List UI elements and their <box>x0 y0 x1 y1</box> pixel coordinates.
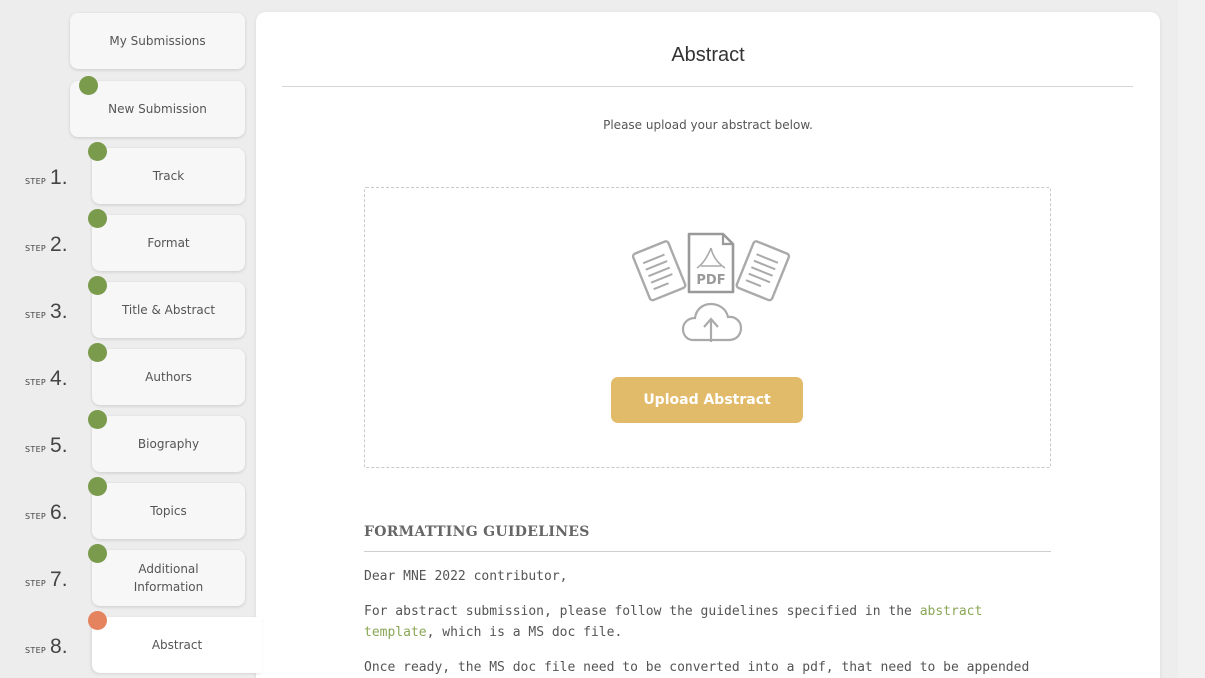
step-6-status-dot <box>88 477 107 496</box>
page-title: Abstract <box>671 44 745 66</box>
step-tab-biography[interactable]: Biography <box>92 416 245 472</box>
scrollbar-gutter[interactable] <box>1178 0 1205 678</box>
step-tab-format[interactable]: Format <box>92 215 245 271</box>
step-tab-track[interactable]: Track <box>92 148 245 204</box>
guidelines-divider <box>364 551 1051 552</box>
step-4-number: STEP 4. <box>25 367 68 390</box>
submission-sidebar: My Submissions New Submission STEP 1. Tr… <box>0 0 262 678</box>
step-8-status-dot <box>88 611 107 630</box>
step-4-status-dot <box>88 343 107 362</box>
guidelines-paragraph: For abstract submission, please follow t… <box>364 604 983 640</box>
guidelines-greeting: Dear MNE 2022 contributor, <box>364 569 568 584</box>
step-5-number: STEP 5. <box>25 434 68 457</box>
guidelines-heading: FORMATTING GUIDELINES <box>364 524 590 540</box>
step-2-number: STEP 2. <box>25 233 68 256</box>
abstract-panel: Abstract Please upload your abstract bel… <box>256 12 1160 678</box>
step-tab-abstract[interactable]: Abstract <box>92 617 262 673</box>
step-label: Abstract <box>151 638 203 652</box>
step-tab-topics[interactable]: Topics <box>92 483 245 539</box>
step-label: Track <box>152 169 185 183</box>
submission-page: My Submissions New Submission STEP 1. Tr… <box>0 0 1205 678</box>
step-2-status-dot <box>88 209 107 228</box>
svg-text:PDF: PDF <box>696 273 725 288</box>
step-3-status-dot <box>88 276 107 295</box>
upload-instruction: Please upload your abstract below. <box>603 118 813 132</box>
step-3-number: STEP 3. <box>25 300 68 323</box>
title-divider <box>282 86 1133 87</box>
step-1-status-dot <box>88 142 107 161</box>
step-tab-title-abstract[interactable]: Title & Abstract <box>92 282 245 338</box>
step-label: Biography <box>137 437 200 451</box>
step-7-number: STEP 7. <box>25 568 68 591</box>
step-7-status-dot <box>88 544 107 563</box>
step-tab-authors[interactable]: Authors <box>92 349 245 405</box>
pdf-documents-upload-icon: PDF <box>631 232 791 342</box>
step-label: Authors <box>145 370 192 384</box>
upload-abstract-button[interactable]: Upload Abstract <box>611 377 803 423</box>
guidelines-paragraph: Once ready, the MS doc file need to be c… <box>364 660 1030 675</box>
step-label: Format <box>147 236 190 250</box>
step-label: Topics <box>150 504 187 518</box>
abstract-dropzone[interactable]: PDF Upload Abstract <box>364 187 1051 468</box>
tab-label: My Submissions <box>109 34 206 48</box>
step-label: Additional Information <box>133 562 204 594</box>
new-submission-status-dot <box>79 76 98 95</box>
step-8-number: STEP 8. <box>25 635 68 658</box>
tab-my-submissions[interactable]: My Submissions <box>70 13 245 69</box>
step-label: Title & Abstract <box>121 303 216 317</box>
step-1-number: STEP 1. <box>25 166 68 189</box>
formatting-guidelines: FORMATTING GUIDELINES Dear MNE 2022 cont… <box>364 524 1051 678</box>
step-5-status-dot <box>88 410 107 429</box>
step-6-number: STEP 6. <box>25 501 68 524</box>
tab-label: New Submission <box>108 102 207 116</box>
step-tab-additional-information[interactable]: Additional Information <box>92 550 245 606</box>
